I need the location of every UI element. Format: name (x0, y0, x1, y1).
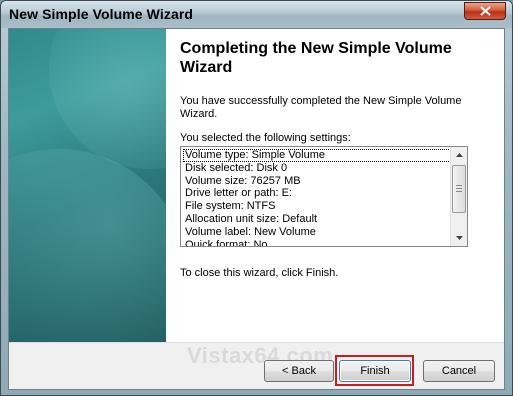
list-item[interactable]: File system: NTFS (183, 200, 451, 213)
scroll-down-button[interactable] (451, 230, 467, 246)
list-item[interactable]: Allocation unit size: Default (183, 213, 451, 226)
list-item[interactable]: Volume type: Simple Volume (183, 149, 451, 162)
close-button[interactable] (464, 2, 506, 20)
wizard-content-panel: Completing the New Simple Volume Wizard … (166, 29, 504, 342)
vertical-scrollbar[interactable] (450, 147, 467, 246)
wizard-side-banner (9, 29, 166, 342)
close-instructions: To close this wizard, click Finish. (180, 267, 339, 279)
scroll-thumb[interactable] (452, 165, 466, 213)
window-title: New Simple Volume Wizard (9, 6, 194, 22)
settings-listbox[interactable]: Volume type: Simple Volume Disk selected… (180, 146, 468, 247)
chevron-down-icon (455, 236, 463, 240)
title-bar[interactable]: New Simple Volume Wizard (1, 1, 512, 28)
wizard-window: New Simple Volume Wizard Completing the … (0, 0, 513, 396)
scroll-up-button[interactable] (451, 147, 467, 163)
wizard-client-area: Completing the New Simple Volume Wizard … (8, 28, 505, 390)
list-item[interactable]: Volume size: 76257 MB (183, 175, 451, 188)
list-item[interactable]: Volume label: New Volume (183, 226, 451, 239)
finish-button[interactable]: Finish (339, 360, 411, 382)
cancel-button[interactable]: Cancel (423, 360, 495, 382)
close-icon (480, 6, 491, 16)
back-button[interactable]: < Back (264, 360, 334, 382)
list-item[interactable]: Quick format: No (183, 239, 451, 246)
chevron-up-icon (455, 153, 463, 157)
settings-list: Volume type: Simple Volume Disk selected… (183, 149, 451, 246)
success-message: You have successfully completed the New … (180, 95, 462, 120)
wizard-button-bar: Vistax64.com < Back Finish Cancel (9, 342, 504, 389)
page-title: Completing the New Simple Volume Wizard (180, 40, 452, 76)
list-item[interactable]: Disk selected: Disk 0 (183, 162, 451, 175)
settings-intro-label: You selected the following settings: (180, 132, 351, 144)
list-item[interactable]: Drive letter or path: E: (183, 187, 451, 200)
